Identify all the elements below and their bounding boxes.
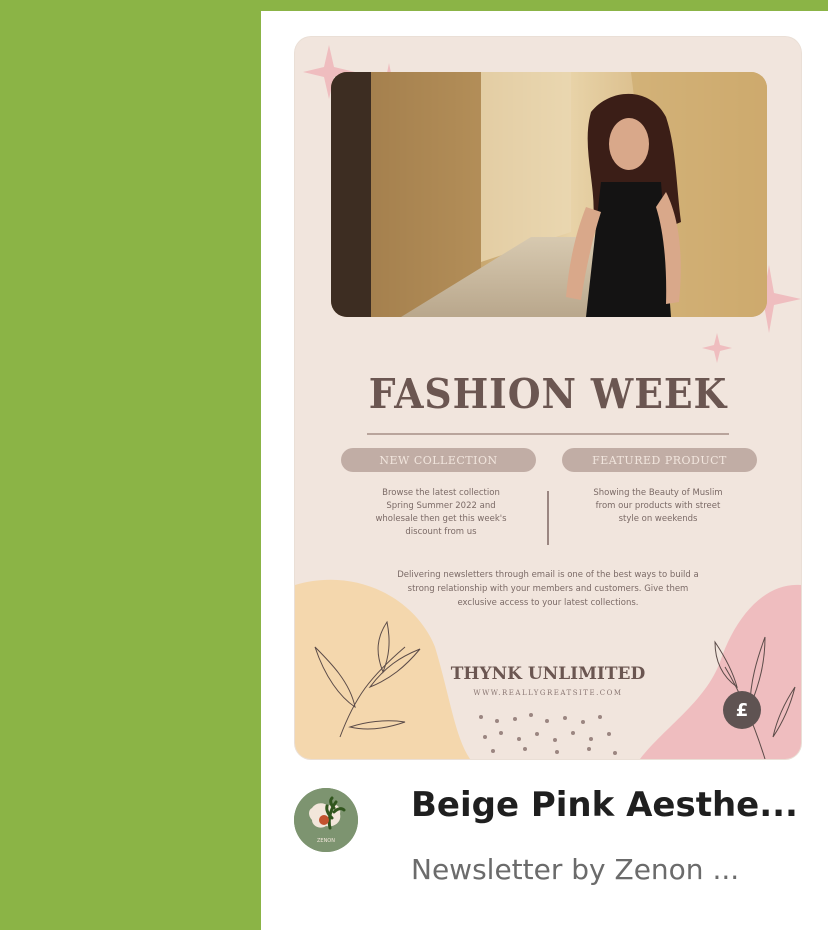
right-column-text: Showing the Beauty of Muslim from our pr…	[593, 488, 723, 524]
brand-url: WWW.REALLYGREATSITE.COM	[473, 689, 623, 697]
template-thumbnail[interactable]: FASHION WEEK NEW COLLECTION FEATURED PRO…	[295, 37, 801, 759]
newsletter-body-text: Delivering newsletters through email is …	[397, 570, 699, 608]
svg-text:ZENON: ZENON	[317, 838, 335, 844]
plant-logo-icon: ZENON	[294, 788, 358, 852]
template-headline: FASHION WEEK	[368, 370, 728, 418]
template-title[interactable]: Beige Pink Aesthe...	[411, 785, 811, 825]
model-photo	[331, 72, 767, 317]
template-card[interactable]: FASHION WEEK NEW COLLECTION FEATURED PRO…	[261, 11, 828, 930]
premium-badge-icon: £	[723, 691, 761, 729]
left-column-text: Browse the latest collection Spring Summ…	[375, 488, 507, 537]
brand-name: THYNK UNLIMITED	[450, 664, 646, 684]
tag-featured-product: FEATURED PRODUCT	[562, 448, 757, 472]
headline-divider	[367, 433, 729, 435]
creator-avatar[interactable]: ZENON	[294, 788, 358, 852]
tag-new-collection: NEW COLLECTION	[341, 448, 536, 472]
dots-pattern	[479, 713, 617, 755]
template-subtitle[interactable]: Newsletter by Zenon ...	[411, 853, 811, 886]
column-divider	[547, 491, 549, 545]
